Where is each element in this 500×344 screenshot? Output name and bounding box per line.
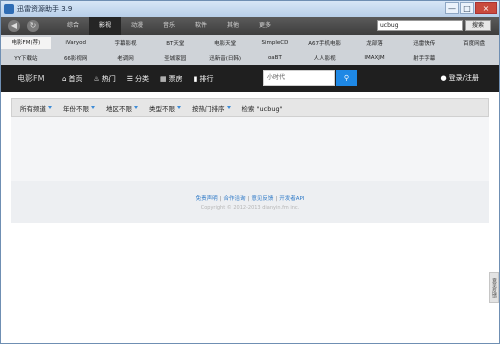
footer-link-api[interactable]: 开发者API (279, 196, 304, 202)
site-link[interactable]: 老调网 (101, 54, 151, 62)
filter-genre[interactable]: 类型不限 (149, 103, 181, 113)
tab-music[interactable]: 音乐 (153, 17, 185, 35)
window-title: 迅雷资源助手 3.9 (17, 5, 73, 13)
chevron-down-icon (134, 106, 138, 109)
search-icon[interactable]: ⚲ (336, 70, 357, 86)
feedback-tab[interactable]: 意见反馈 (489, 272, 499, 303)
site-link[interactable]: 人人影视 (300, 54, 350, 62)
nav-hot-label: 热门 (101, 74, 116, 83)
category-tabs: 综合 影视 动漫 音乐 软件 其他 更多 (57, 17, 281, 35)
site-logo[interactable]: 电影FM (17, 73, 62, 84)
site-link[interactable]: 迅雷快传 (399, 39, 449, 47)
tab-more[interactable]: 更多 (249, 17, 281, 35)
filter-genre-label: 类型不限 (149, 104, 175, 113)
filter-channel[interactable]: 所有频道 (20, 103, 52, 113)
nav-ranking[interactable]: ▮ 排行 (194, 74, 214, 84)
filter-region-label: 地区不限 (106, 104, 132, 113)
nav-ranking-label: 排行 (199, 74, 214, 83)
chevron-down-icon (177, 106, 181, 109)
site-row-1: 电影FM(荐) iVaryod 字幕影视 BT天堂 电影天堂 SimpleCD … (1, 35, 499, 50)
toolbar: ◀ ↻ 综合 影视 动漫 音乐 软件 其他 更多 ucbug 搜索 (1, 17, 499, 35)
minimize-button[interactable]: — (445, 2, 459, 14)
page-footer: 免责声明 | 合作洽询 | 意见反馈 | 开发者API Copyright © 2012-2… (11, 181, 489, 223)
list-icon: ☰ (126, 74, 134, 83)
copyright: Copyright © 2012-2013 dianyin.fm inc. (200, 205, 300, 211)
fire-icon: ♨ (93, 74, 100, 83)
filter-channel-label: 所有频道 (20, 104, 46, 113)
site-link[interactable]: 龙部落 (350, 39, 400, 47)
site-link[interactable]: A67手机电影 (300, 39, 350, 47)
home-icon: ⌂ (62, 74, 67, 83)
chevron-down-icon (48, 106, 52, 109)
nav-hot[interactable]: ♨ 热门 (93, 74, 115, 84)
refresh-icon[interactable]: ↻ (27, 20, 39, 32)
app-window: 迅雷资源助手 3.9 — □ × ◀ ↻ 综合 影视 动漫 音乐 软件 其他 更… (0, 0, 500, 344)
site-link[interactable]: iVaryod (51, 40, 101, 46)
app-icon (4, 4, 14, 14)
site-link[interactable]: SimpleCD (250, 40, 300, 46)
chevron-down-icon (91, 106, 95, 109)
site-link[interactable]: 射手字幕 (399, 54, 449, 62)
site-link[interactable]: BT天堂 (150, 39, 200, 47)
maximize-button[interactable]: □ (460, 2, 474, 14)
back-icon[interactable]: ◀ (8, 20, 20, 32)
site-list: 电影FM(荐) iVaryod 字幕影视 BT天堂 电影天堂 SimpleCD … (1, 35, 499, 65)
chart-icon: ▮ (193, 74, 198, 83)
search-keyword: 检索 "ucbug" (241, 104, 283, 113)
title-bar: 迅雷资源助手 3.9 — □ × (1, 1, 499, 17)
filter-sort[interactable]: 按热门排序 (192, 103, 231, 113)
tab-anime[interactable]: 动漫 (121, 17, 153, 35)
site-navbar: 电影FM ⌂ 首页 ♨ 热门 ☰ 分类 ▦ 票房 ▮ 排行 小时代 ⚲ ● 登录… (1, 65, 499, 92)
nav-home[interactable]: ⌂ 首页 (62, 74, 82, 84)
site-link[interactable]: 字幕影视 (101, 39, 151, 47)
nav-category[interactable]: ☰ 分类 (127, 74, 149, 84)
filter-year[interactable]: 年份不限 (63, 103, 95, 113)
close-button[interactable]: × (475, 2, 497, 14)
toolbar-search-input[interactable]: ucbug (377, 20, 463, 31)
filter-sort-label: 按热门排序 (192, 104, 225, 113)
footer-links: 免责声明 | 合作洽询 | 意见反馈 | 开发者API (195, 196, 305, 202)
site-link[interactable]: 电影天堂 (200, 39, 250, 47)
site-search-input[interactable]: 小时代 (263, 70, 335, 86)
user-icon: ● (440, 74, 447, 82)
nav-boxoffice[interactable]: ▦ 票房 (160, 74, 183, 84)
tab-general[interactable]: 综合 (57, 17, 89, 35)
filter-year-label: 年份不限 (63, 104, 89, 113)
site-row-2: YY下载站 66影视网 老调网 圣城家园 迅新音(日韩) oaBT 人人影视 I… (1, 50, 499, 65)
filter-bar: 所有频道 年份不限 地区不限 类型不限 按热门排序 检索 "ucbug" (11, 98, 489, 117)
login-label: 登录/注册 (448, 74, 479, 82)
site-link[interactable]: 电影FM(荐) (1, 36, 51, 49)
tab-other[interactable]: 其他 (217, 17, 249, 35)
nav-boxoffice-label: 票房 (168, 74, 183, 83)
film-icon: ▦ (160, 74, 167, 83)
footer-link-cooperation[interactable]: 合作洽询 (223, 196, 245, 202)
nav-category-label: 分类 (135, 74, 150, 83)
site-link[interactable]: 66影视网 (51, 54, 101, 62)
site-link[interactable]: 圣城家园 (150, 54, 200, 62)
tab-software[interactable]: 软件 (185, 17, 217, 35)
site-link[interactable]: YY下载站 (1, 54, 51, 62)
nav-home-label: 首页 (68, 74, 83, 83)
window-controls: — □ × (445, 2, 497, 14)
site-link[interactable]: oaBT (250, 55, 300, 61)
login-link[interactable]: ● 登录/注册 (441, 73, 479, 83)
chevron-down-icon (226, 106, 231, 109)
site-link[interactable]: 迅新音(日韩) (200, 54, 250, 62)
tab-movies[interactable]: 影视 (89, 17, 121, 35)
footer-link-disclaimer[interactable]: 免责声明 (196, 196, 218, 202)
site-link[interactable]: 百度网盘 (449, 39, 499, 47)
site-link[interactable]: IMAXJM (350, 55, 400, 61)
toolbar-search-button[interactable]: 搜索 (465, 20, 491, 31)
results-area (11, 117, 489, 181)
footer-link-feedback[interactable]: 意见反馈 (251, 196, 273, 202)
filter-region[interactable]: 地区不限 (106, 103, 138, 113)
